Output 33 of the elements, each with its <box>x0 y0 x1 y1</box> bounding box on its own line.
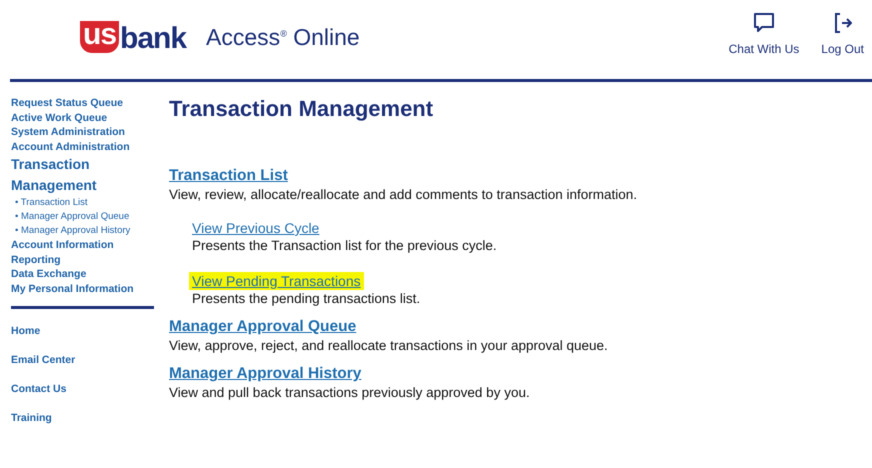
footer-link[interactable]: Contact Us <box>11 383 154 396</box>
sidebar-item[interactable]: Account Administration <box>11 140 154 154</box>
subsection-link[interactable]: View Pending Transactions <box>189 272 364 290</box>
logout-icon <box>834 12 852 34</box>
section-description: View and pull back transactions previously approved by you. <box>169 384 531 401</box>
sidebar-subitem[interactable]: • Manager Approval Queue <box>11 210 154 224</box>
subsection-link[interactable]: View Previous Cycle <box>189 219 322 237</box>
section-description: View, approve, reject, and reallocate transactions in your approval queue. <box>169 337 609 354</box>
footer-link[interactable]: Email Center <box>11 354 154 367</box>
page-title: Transaction Management <box>169 96 434 122</box>
sidebar-item[interactable]: Request Status Queue <box>11 96 154 110</box>
chat-bubble-icon <box>752 12 775 34</box>
section-link[interactable]: Manager Approval History <box>169 364 362 384</box>
sidebar-item[interactable]: Account Information <box>11 238 154 252</box>
logout-link[interactable]: Log Out <box>821 12 864 56</box>
sidebar-subitem[interactable]: • Transaction List <box>11 196 154 210</box>
subsection-description: Presents the pending transactions list. <box>192 290 422 307</box>
section-link[interactable]: Transaction List <box>169 166 288 186</box>
product-name: Access$^{®}$ Online <box>206 24 360 51</box>
sidebar-item[interactable]: Reporting <box>11 252 154 267</box>
chat-link[interactable]: Chat With Us <box>728 12 800 56</box>
sidebar-item[interactable]: Data Exchange <box>11 267 154 282</box>
section-description: View, review, allocate/reallocate and add comments to transaction information. <box>169 186 638 203</box>
sidebar-item[interactable]: System Administration <box>11 125 154 140</box>
footer-link[interactable]: Home <box>11 325 154 338</box>
footer-link[interactable]: Training <box>11 412 154 425</box>
sidebar-item[interactable]: Active Work Queue <box>11 110 154 125</box>
sidebar-subitem[interactable]: • Manager Approval History <box>11 224 154 238</box>
bank-logo: usbank <box>80 20 186 52</box>
sidebar-item[interactable]: Transaction Management <box>11 154 154 196</box>
sidebar-item[interactable]: My Personal Information <box>11 282 154 296</box>
section-link[interactable]: Manager Approval Queue <box>169 317 356 337</box>
subsection-description: Presents the Transaction list for the previous cycle. <box>192 237 498 254</box>
